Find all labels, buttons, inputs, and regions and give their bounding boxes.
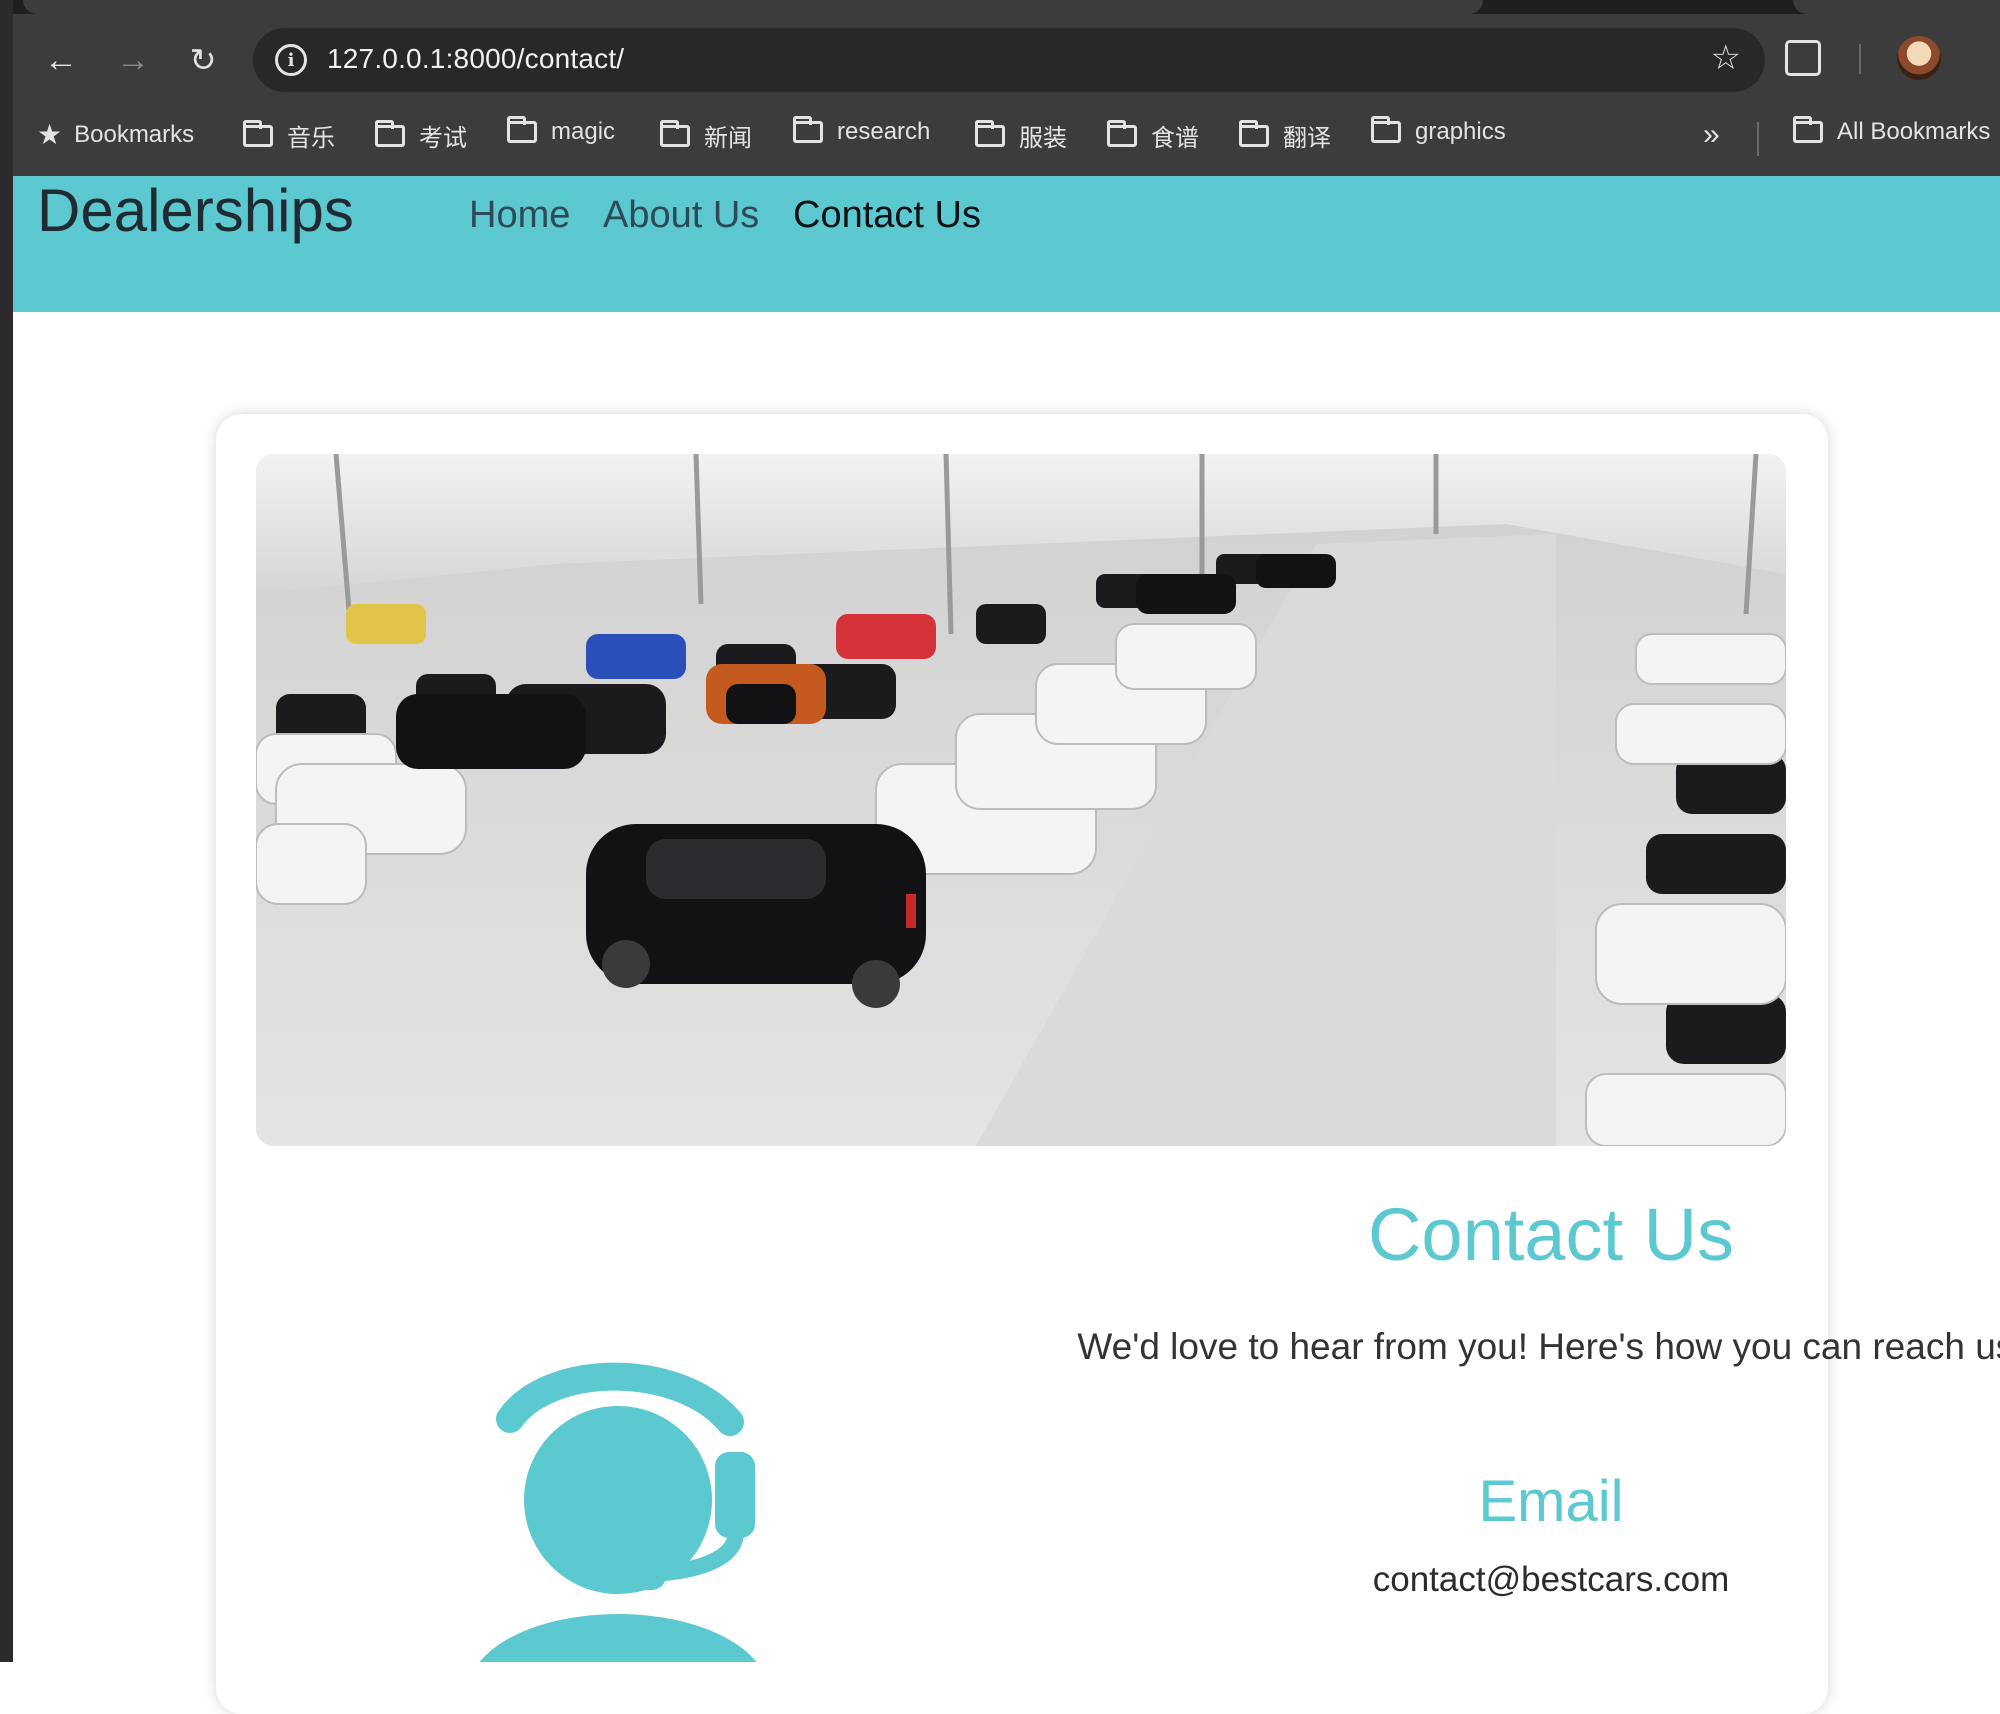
folder-icon: [975, 119, 1005, 147]
chevron-double-right-icon[interactable]: »: [1703, 118, 1720, 152]
tab-right[interactable]: [1793, 0, 2000, 14]
tab-strip: [13, 0, 2000, 14]
bookmarks-button[interactable]: ★ Bookmarks: [37, 118, 194, 151]
bookmarks-separator: [1757, 122, 1759, 156]
phone-heading: Phone: [1016, 1652, 2000, 1662]
bookmark-folder[interactable]: 食谱: [1107, 118, 1199, 153]
bookmark-folder-label: magic: [551, 118, 616, 145]
bookmarks-label: Bookmarks: [74, 120, 195, 148]
bookmark-folder-label: 翻译: [1283, 125, 1331, 152]
left-window-edge: [0, 0, 13, 1662]
contact-card: Contact Us We'd love to hear from you! H…: [216, 414, 2000, 1714]
bookmark-folder-label: 食谱: [1151, 125, 1199, 152]
bookmarks-bar: ★ Bookmarks 音乐 考试 magic 新闻 research 服装 食…: [13, 110, 2000, 160]
bookmark-folder[interactable]: 音乐: [243, 118, 335, 153]
phone-heading-clip: Phone: [1016, 1652, 2000, 1662]
active-tab[interactable]: [23, 0, 1483, 14]
toolbar-separator: [1859, 44, 1861, 74]
bookmark-folder[interactable]: 翻译: [1239, 118, 1331, 153]
address-bar[interactable]: i 127.0.0.1:8000/contact/ ☆: [253, 28, 1765, 92]
bookmark-folder[interactable]: 考试: [375, 118, 467, 153]
puzzle-icon[interactable]: [1785, 40, 1821, 76]
bookmark-folder-label: research: [837, 118, 931, 145]
all-bookmarks-button[interactable]: All Bookmarks: [1793, 116, 1991, 146]
hero-image-dealership-showroom: [256, 454, 1786, 1146]
hero-image-drawing: [256, 454, 1786, 1146]
folder-icon: [507, 116, 537, 143]
folder-icon: [1107, 119, 1137, 147]
folder-icon: [1239, 119, 1269, 147]
star-icon[interactable]: ☆: [1711, 38, 1741, 78]
back-arrow-icon[interactable]: ←: [39, 38, 83, 82]
bookmark-folder-label: graphics: [1415, 118, 1506, 145]
email-heading: Email: [1478, 1469, 1624, 1534]
bookmark-folder-label: 新闻: [704, 125, 752, 152]
all-bookmarks-label: All Bookmarks: [1837, 118, 1991, 145]
star-icon: ★: [37, 119, 63, 150]
site-navbar: Dealerships Home About Us Contact Us: [13, 176, 2000, 312]
avatar[interactable]: [1897, 36, 1941, 80]
reload-icon[interactable]: ↻: [181, 38, 225, 82]
folder-icon: [1371, 116, 1401, 143]
contact-intro: We'd love to hear from you! Here's how y…: [1077, 1326, 2000, 1367]
bookmark-folder[interactable]: 服装: [975, 118, 1067, 153]
email-value: contact@bestcars.com: [1372, 1560, 1730, 1599]
bookmark-folder-label: 音乐: [287, 125, 335, 152]
forward-arrow-icon[interactable]: →: [111, 38, 155, 82]
nav-link-about[interactable]: About Us: [603, 194, 759, 237]
info-icon[interactable]: i: [275, 44, 307, 76]
folder-icon: [375, 119, 405, 147]
nav-link-home[interactable]: Home: [469, 194, 570, 237]
folder-icon: [793, 116, 823, 143]
folder-icon: [660, 119, 690, 147]
folder-icon: [1793, 116, 1823, 143]
nav-link-contact[interactable]: Contact Us: [793, 194, 981, 237]
bookmark-folder[interactable]: magic: [507, 116, 616, 146]
bookmark-folder[interactable]: graphics: [1371, 116, 1506, 146]
url-text[interactable]: 127.0.0.1:8000/contact/: [327, 43, 624, 75]
bookmark-folder[interactable]: research: [793, 116, 931, 146]
bookmark-folder-label: 服装: [1019, 125, 1067, 152]
kebab-menu-icon[interactable]: ⋮: [1987, 38, 2000, 70]
bookmark-folder-label: 考试: [419, 125, 467, 152]
folder-icon: [243, 119, 273, 147]
contact-title: Contact Us: [1367, 1193, 1735, 1276]
browser-chrome: ← → ↻ i 127.0.0.1:8000/contact/ ☆ ⋮ ★ Bo…: [13, 0, 2000, 176]
bookmark-folder[interactable]: 新闻: [660, 118, 752, 153]
brand-logo-text[interactable]: Dealerships: [37, 176, 354, 245]
customer-support-headset-icon: [468, 1362, 810, 1714]
